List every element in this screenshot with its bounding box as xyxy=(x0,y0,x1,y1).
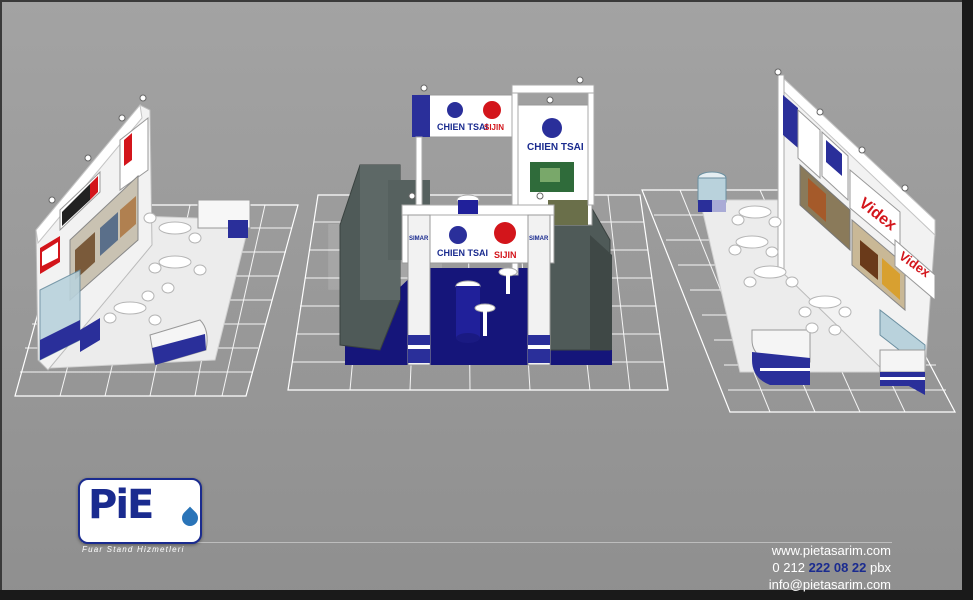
phone-suffix: pbx xyxy=(870,560,891,575)
email-link[interactable]: info@pietasarim.com xyxy=(769,576,891,593)
center-back-panel-brand: CHIEN TSAI xyxy=(527,142,584,153)
right-display-case xyxy=(697,177,727,203)
logo-tagline: Fuar Stand Hizmetleri xyxy=(82,545,185,554)
center-front-brand2: SIJIN xyxy=(494,250,517,260)
center-cylinder xyxy=(456,286,480,338)
phone-number: 222 08 22 xyxy=(808,560,867,575)
center-right-column-brand: SIMAR xyxy=(529,236,549,242)
website-link[interactable]: www.pietasarim.com xyxy=(769,542,891,559)
phone-line: 0 212 222 08 22 pbx xyxy=(769,559,891,576)
logo-main-text: PiE xyxy=(88,482,154,528)
center-left-column-brand: SIMAR xyxy=(409,236,429,242)
center-front-brand1: CHIEN TSAI xyxy=(437,248,488,258)
phone-prefix: 0 212 xyxy=(772,560,805,575)
contact-block: www.pietasarim.com 0 212 222 08 22 pbx i… xyxy=(769,542,891,593)
center-back-brand1: CHIEN TSAI xyxy=(437,122,488,132)
logo-sub-text: tasarım xyxy=(140,524,195,538)
center-back-brand2: SIJIN xyxy=(484,123,504,132)
